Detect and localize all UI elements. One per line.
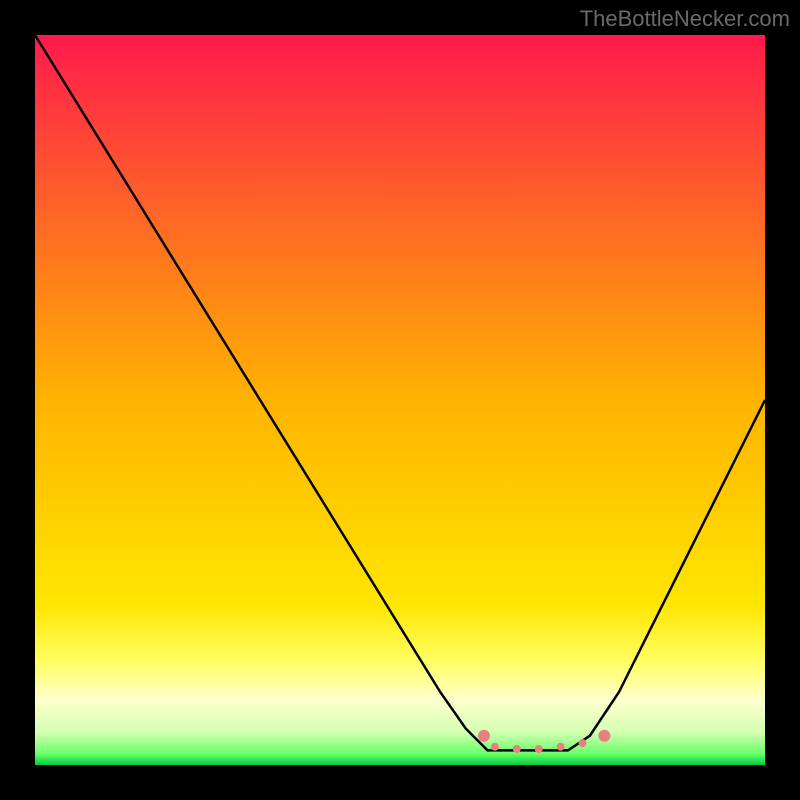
plateau-endpoint	[598, 730, 610, 742]
bottleneck-chart	[0, 0, 800, 800]
plateau-dot	[557, 743, 565, 751]
plateau-dot	[579, 739, 587, 747]
plateau-endpoint	[478, 730, 490, 742]
watermark-text: TheBottleNecker.com	[580, 6, 790, 32]
chart-container	[0, 0, 800, 800]
plateau-dot	[491, 743, 499, 751]
plateau-dot	[513, 745, 521, 753]
chart-gradient-bg	[35, 35, 765, 765]
plateau-dot	[535, 745, 543, 753]
